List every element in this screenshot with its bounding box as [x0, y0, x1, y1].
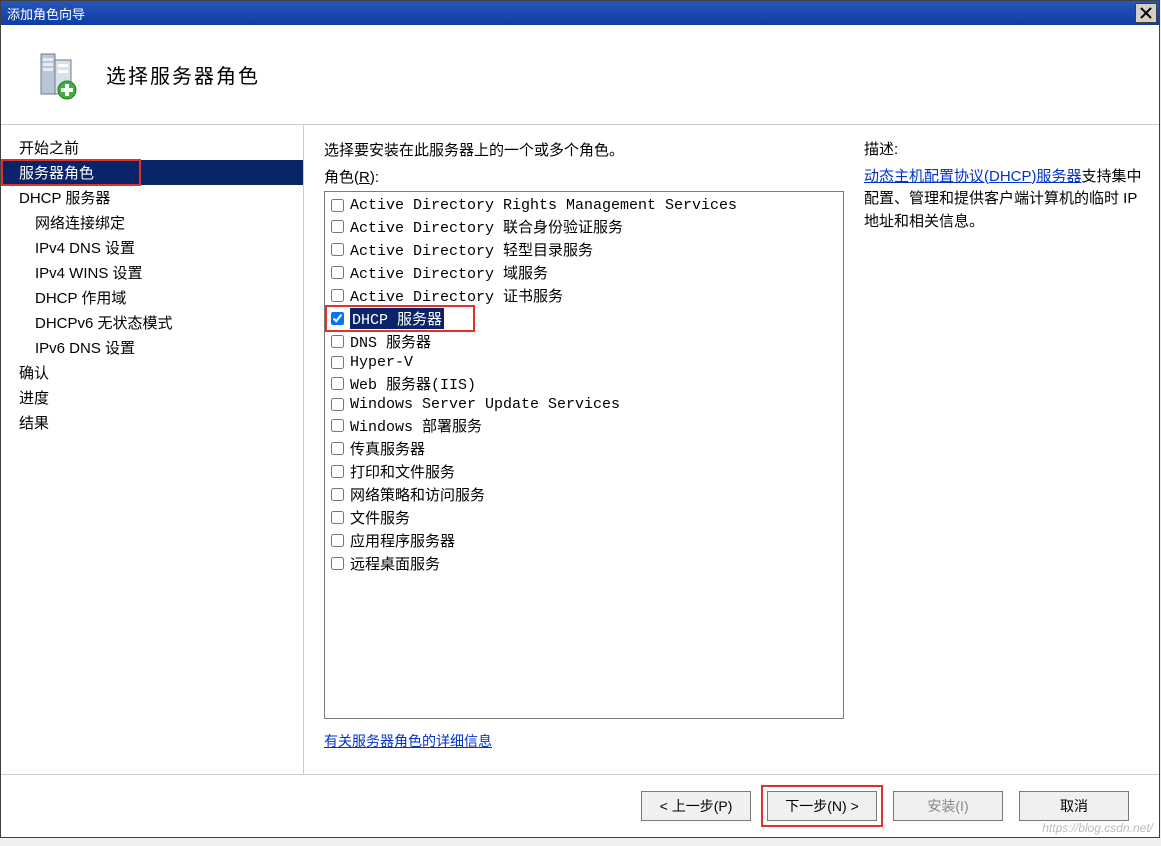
server-role-icon: [31, 50, 81, 100]
description-heading: 描述:: [864, 139, 1147, 162]
role-label: Active Directory 证书服务: [350, 285, 563, 306]
role-checkbox[interactable]: [331, 266, 344, 279]
role-label: DHCP 服务器: [350, 308, 444, 329]
sidebar-item-4[interactable]: IPv4 DNS 设置: [1, 235, 303, 260]
sidebar-item-2[interactable]: DHCP 服务器: [1, 185, 303, 210]
roles-listbox[interactable]: Active Directory Rights Management Servi…: [324, 191, 844, 719]
role-label: Active Directory 联合身份验证服务: [350, 216, 623, 237]
role-label: 远程桌面服务: [350, 553, 440, 574]
role-row[interactable]: 应用程序服务器: [329, 529, 839, 552]
install-button: 安装(I): [893, 791, 1003, 821]
sidebar-item-6[interactable]: DHCP 作用域: [1, 285, 303, 310]
role-row[interactable]: 远程桌面服务: [329, 552, 839, 575]
roles-label: 角色(R):: [324, 166, 844, 187]
role-row[interactable]: Web 服务器(IIS): [329, 372, 839, 395]
role-checkbox[interactable]: [331, 465, 344, 478]
content-area: 选择要安装在此服务器上的一个或多个角色。 角色(R): Active Direc…: [304, 125, 1159, 774]
role-checkbox[interactable]: [331, 289, 344, 302]
sidebar-item-7[interactable]: DHCPv6 无状态模式: [1, 310, 303, 335]
role-row[interactable]: Active Directory Rights Management Servi…: [329, 196, 839, 215]
role-label: Web 服务器(IIS): [350, 373, 476, 394]
sidebar-item-9[interactable]: 确认: [1, 360, 303, 385]
role-checkbox[interactable]: [331, 557, 344, 570]
cancel-button[interactable]: 取消: [1019, 791, 1129, 821]
role-label: Active Directory 域服务: [350, 262, 548, 283]
role-checkbox[interactable]: [331, 220, 344, 233]
description-text: 动态主机配置协议(DHCP)服务器支持集中配置、管理和提供客户端计算机的临时 I…: [864, 166, 1147, 234]
role-label: 文件服务: [350, 507, 410, 528]
watermark-text: https://blog.csdn.net/: [1042, 821, 1153, 835]
next-button[interactable]: 下一步(N) >: [767, 791, 877, 821]
role-checkbox[interactable]: [331, 534, 344, 547]
role-label: Active Directory 轻型目录服务: [350, 239, 593, 260]
role-checkbox[interactable]: [331, 419, 344, 432]
role-checkbox[interactable]: [331, 335, 344, 348]
close-button[interactable]: [1135, 3, 1157, 23]
role-checkbox[interactable]: [331, 356, 344, 369]
role-checkbox[interactable]: [331, 377, 344, 390]
instruction-text: 选择要安装在此服务器上的一个或多个角色。: [324, 139, 844, 160]
role-label: 网络策略和访问服务: [350, 484, 485, 505]
role-row[interactable]: 网络策略和访问服务: [329, 483, 839, 506]
role-row[interactable]: Windows 部署服务: [329, 414, 839, 437]
wizard-footer: < 上一步(P) 下一步(N) > 安装(I) 取消 https://blog.…: [1, 774, 1159, 837]
role-checkbox[interactable]: [331, 199, 344, 212]
role-label: 打印和文件服务: [350, 461, 455, 482]
sidebar-item-10[interactable]: 进度: [1, 385, 303, 410]
role-checkbox[interactable]: [331, 398, 344, 411]
role-label: Windows 部署服务: [350, 415, 482, 436]
page-title: 选择服务器角色: [106, 60, 260, 89]
role-row[interactable]: Windows Server Update Services: [329, 395, 839, 414]
role-label: Active Directory Rights Management Servi…: [350, 197, 737, 214]
role-row[interactable]: DHCP 服务器: [329, 307, 839, 330]
role-row[interactable]: 打印和文件服务: [329, 460, 839, 483]
role-label: Windows Server Update Services: [350, 396, 620, 413]
sidebar-item-0[interactable]: 开始之前: [1, 135, 303, 160]
role-label: Hyper-V: [350, 354, 413, 371]
sidebar-item-1[interactable]: 服务器角色: [1, 160, 303, 185]
window-title: 添加角色向导: [7, 4, 1135, 23]
role-row[interactable]: 文件服务: [329, 506, 839, 529]
role-row[interactable]: DNS 服务器: [329, 330, 839, 353]
role-checkbox[interactable]: [331, 488, 344, 501]
close-icon: [1140, 7, 1152, 19]
description-link[interactable]: 动态主机配置协议(DHCP)服务器: [864, 168, 1082, 185]
role-checkbox[interactable]: [331, 511, 344, 524]
role-row[interactable]: Hyper-V: [329, 353, 839, 372]
role-checkbox[interactable]: [331, 312, 344, 325]
role-checkbox[interactable]: [331, 442, 344, 455]
wizard-window: 添加角色向导 选择服务器角色 开始之前服务: [0, 0, 1160, 838]
sidebar-item-3[interactable]: 网络连接绑定: [1, 210, 303, 235]
role-row[interactable]: Active Directory 轻型目录服务: [329, 238, 839, 261]
sidebar-item-5[interactable]: IPv4 WINS 设置: [1, 260, 303, 285]
role-row[interactable]: 传真服务器: [329, 437, 839, 460]
sidebar-item-8[interactable]: IPv6 DNS 设置: [1, 335, 303, 360]
sidebar: 开始之前服务器角色DHCP 服务器网络连接绑定IPv4 DNS 设置IPv4 W…: [1, 125, 304, 774]
role-checkbox[interactable]: [331, 243, 344, 256]
more-info-link[interactable]: 有关服务器角色的详细信息: [324, 733, 492, 749]
description-panel: 描述: 动态主机配置协议(DHCP)服务器支持集中配置、管理和提供客户端计算机的…: [844, 139, 1147, 766]
back-button[interactable]: < 上一步(P): [641, 791, 751, 821]
role-row[interactable]: Active Directory 域服务: [329, 261, 839, 284]
role-label: 应用程序服务器: [350, 530, 455, 551]
wizard-header: 选择服务器角色: [1, 25, 1159, 125]
role-label: 传真服务器: [350, 438, 425, 459]
titlebar: 添加角色向导: [1, 1, 1159, 25]
sidebar-item-11[interactable]: 结果: [1, 410, 303, 435]
role-row[interactable]: Active Directory 联合身份验证服务: [329, 215, 839, 238]
role-label: DNS 服务器: [350, 331, 431, 352]
role-row[interactable]: Active Directory 证书服务: [329, 284, 839, 307]
wizard-body: 开始之前服务器角色DHCP 服务器网络连接绑定IPv4 DNS 设置IPv4 W…: [1, 125, 1159, 774]
